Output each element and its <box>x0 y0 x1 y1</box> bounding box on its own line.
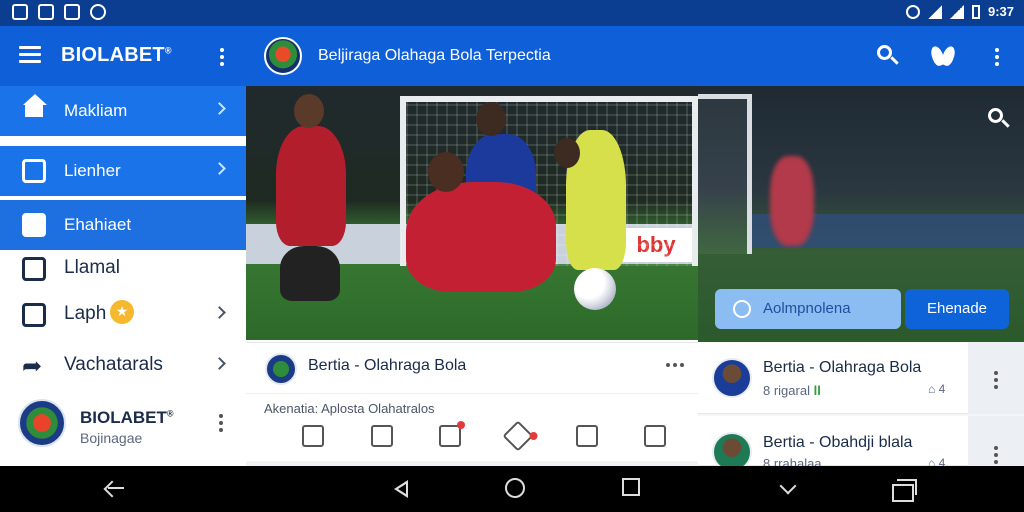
list-item-title: Bertia - Obahdji blala <box>763 434 913 451</box>
list-item[interactable]: Bertia - Obahdji blala 8 rrahalaa ⌂ 4 <box>698 416 1024 472</box>
search-icon[interactable] <box>877 45 899 67</box>
avatar <box>712 358 752 398</box>
menu-icon[interactable] <box>19 46 41 64</box>
primary-action-label: Aolmpnolena <box>763 300 851 317</box>
nav-back-triangle-icon[interactable] <box>390 478 412 500</box>
status-notifications <box>12 4 106 20</box>
status-system: 9:37 <box>905 4 1014 19</box>
player-shorts <box>280 246 340 301</box>
drawer-item-label: Makliam <box>64 101 128 120</box>
player-head <box>554 138 580 168</box>
recents-icon[interactable] <box>622 478 640 496</box>
player-red-sliding <box>406 182 556 292</box>
status-time: 9:37 <box>987 4 1014 19</box>
divider <box>246 393 698 394</box>
multi-window-icon[interactable] <box>892 478 918 502</box>
drawer-item-ehahiaet[interactable]: Ehahiaet <box>0 200 246 250</box>
post-more-icon[interactable] <box>666 363 684 367</box>
list-item-more-icon[interactable] <box>994 371 998 392</box>
home-icon-body <box>25 105 43 117</box>
right-hero-image[interactable]: Aolmpnolena Ehenade <box>698 86 1024 342</box>
club-crest-icon <box>264 37 302 75</box>
calendar-icon <box>22 159 46 183</box>
list-item[interactable]: Bertia - Olahraga Bola 8 rigaral ll ⌂ 4 <box>698 342 1024 414</box>
home-icon <box>23 94 47 105</box>
brand-logo[interactable]: BIOLABET® <box>61 44 172 67</box>
goal-net <box>698 94 752 254</box>
player-head <box>428 152 464 192</box>
player-red-running <box>276 126 346 246</box>
chevron-right-icon <box>213 102 226 115</box>
chevron-right-icon <box>213 306 226 319</box>
secondary-action-button[interactable]: Ehenade <box>905 289 1009 329</box>
status-bar: 9:37 <box>0 0 1024 26</box>
page-title: Beljiraga Olahaga Bola Terpectia <box>318 47 551 64</box>
player-head <box>476 102 506 136</box>
battery-icon <box>971 4 980 19</box>
hero-image[interactable]: bby <box>246 86 698 340</box>
chevron-down-icon[interactable] <box>778 478 800 500</box>
profile-name: BIOLABET® <box>80 408 174 427</box>
drawer-item-label: Laph <box>64 303 107 324</box>
like-icon[interactable] <box>302 425 324 447</box>
inbox-icon <box>22 257 46 281</box>
list-item-stat: ⌂ 4 <box>928 382 946 396</box>
back-icon[interactable] <box>104 478 126 500</box>
drawer-item-laph[interactable]: Laph ★ <box>0 290 246 340</box>
wifi-icon <box>927 4 942 19</box>
drawer-more-icon[interactable] <box>220 48 224 66</box>
drawer-item-makliam[interactable]: Makliam <box>0 86 246 136</box>
right-feed-list: Bertia - Olahraga Bola 8 rigaral ll ⌂ 4 … <box>698 342 1024 472</box>
comment-icon[interactable] <box>371 425 393 447</box>
share-icon[interactable] <box>439 421 465 447</box>
media-icon[interactable] <box>576 425 598 447</box>
refresh-icon <box>733 300 751 318</box>
chevron-right-icon <box>213 162 226 175</box>
post-actions <box>246 420 698 453</box>
share-icon: ➦ <box>22 352 43 380</box>
profile-more-icon[interactable] <box>219 414 223 432</box>
post-subtitle: Akenatia: Aplosta Olahatralos <box>264 401 435 416</box>
drawer-item-label: Lienher <box>64 161 121 180</box>
drawer-item-label: Vachatarals <box>64 354 163 375</box>
edit-icon <box>22 213 46 237</box>
more-options-icon[interactable] <box>995 48 999 66</box>
system-navigation-bar <box>0 466 1024 512</box>
app-icon <box>90 4 106 20</box>
avatar <box>265 353 297 385</box>
search-icon[interactable] <box>988 108 1010 130</box>
top-app-bar: BIOLABET® Beljiraga Olahaga Bola Terpect… <box>0 26 1024 86</box>
profile-subtitle: Bojinagae <box>80 430 143 446</box>
player-blurred <box>770 156 814 246</box>
trophy-icon: ★ <box>110 300 134 324</box>
drawer-item-lienher[interactable]: Lienher <box>0 146 246 196</box>
post-card[interactable]: Bertia - Olahraga Bola Akenatia: Aplosta… <box>246 342 698 467</box>
drawer-item-label: Llamal <box>64 257 120 278</box>
primary-action-button[interactable]: Aolmpnolena <box>715 289 901 329</box>
avatar <box>18 399 66 447</box>
bookmark-icon[interactable] <box>644 425 666 447</box>
gallery-icon <box>12 4 28 20</box>
football <box>574 268 616 310</box>
list-item-title: Bertia - Olahraga Bola <box>763 359 922 376</box>
player-head <box>294 94 324 128</box>
drawer-profile[interactable]: BIOLABET® Bojinagae <box>0 398 246 466</box>
signal-icon <box>949 4 964 19</box>
list-item-meta: 8 rigaral ll <box>763 383 821 398</box>
navigation-drawer: Makliam Lienher Ehahiaet Llamal Laph ★ ➦… <box>0 86 246 466</box>
butterfly-icon[interactable] <box>928 44 958 68</box>
photo-icon <box>64 4 80 20</box>
list-item-more-icon[interactable] <box>994 446 998 467</box>
post-title: Bertia - Olahraga Bola <box>308 357 467 374</box>
alarm-icon <box>905 4 920 19</box>
drawer-item-vachatarals[interactable]: ➦ Vachatarals <box>0 341 246 391</box>
drawer-item-label: Ehahiaet <box>64 215 132 234</box>
message-icon <box>38 4 54 20</box>
drawer-item-llamal[interactable]: Llamal <box>0 244 246 294</box>
chevron-right-icon <box>213 357 226 370</box>
home-button-icon[interactable] <box>505 478 525 498</box>
pin-icon[interactable] <box>502 420 534 452</box>
store-icon <box>22 303 46 327</box>
